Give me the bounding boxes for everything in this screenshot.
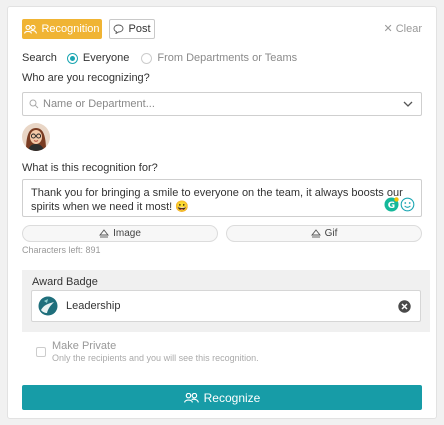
recipient-search-input[interactable]: Name or Department...	[22, 92, 422, 116]
recipient-placeholder: Name or Department...	[43, 98, 155, 110]
emoji-picker-icon[interactable]	[400, 197, 415, 212]
tab-post-label: Post	[128, 23, 151, 35]
people-icon	[24, 24, 38, 34]
close-icon: ✕	[383, 23, 393, 35]
radio-departments[interactable]	[141, 52, 153, 64]
badge-name: Leadership	[66, 300, 121, 312]
search-label: Search	[22, 52, 57, 64]
grammarly-icon[interactable]: G	[384, 197, 399, 212]
svg-text:G: G	[388, 201, 395, 211]
form-header: Recognition Post ✕ Clear	[22, 19, 422, 41]
add-gif-button[interactable]: Gif	[226, 225, 422, 242]
people-icon	[183, 392, 199, 403]
speech-bubble-icon	[114, 24, 124, 34]
make-private-description: Only the recipients and you will see thi…	[52, 353, 259, 363]
tab-recognition-label: Recognition	[41, 23, 100, 35]
gif-label: Gif	[324, 228, 338, 239]
chevron-down-icon	[403, 101, 413, 107]
leadership-badge-icon	[38, 296, 58, 316]
recognize-button[interactable]: Recognize	[22, 385, 422, 410]
editor-tools: G	[384, 197, 415, 212]
reason-text: Thank you for bringing a smile to everyo…	[31, 187, 403, 213]
recognition-form-card: Recognition Post ✕ Clear Search Everyone…	[7, 6, 437, 419]
tab-post[interactable]: Post	[109, 19, 155, 39]
search-icon	[29, 99, 39, 109]
award-badge-field[interactable]: Leadership	[31, 290, 421, 322]
reason-question: What is this recognition for?	[22, 162, 158, 174]
award-badge-title: Award Badge	[32, 276, 98, 288]
tab-recognition[interactable]: Recognition	[22, 19, 102, 39]
radio-departments-label: From Departments or Teams	[157, 52, 298, 64]
image-label: Image	[113, 228, 141, 239]
recipient-question: Who are you recognizing?	[22, 72, 150, 84]
characters-left: Characters left: 891	[22, 245, 101, 255]
reason-textarea[interactable]: Thank you for bringing a smile to everyo…	[22, 179, 422, 217]
upload-icon	[310, 229, 321, 238]
upload-icon	[99, 229, 110, 238]
clear-button[interactable]: ✕ Clear	[383, 22, 422, 36]
award-badge-section: Award Badge Leadership	[22, 270, 430, 332]
add-image-button[interactable]: Image	[22, 225, 218, 242]
make-private-checkbox[interactable]	[36, 347, 46, 357]
make-private-label: Make Private	[52, 340, 117, 352]
recognize-label: Recognize	[203, 390, 261, 405]
remove-badge-icon[interactable]	[398, 300, 411, 313]
clear-label: Clear	[395, 22, 422, 35]
radio-everyone[interactable]	[66, 52, 78, 64]
search-scope: Search Everyone From Departments or Team…	[22, 52, 297, 64]
avatar[interactable]	[22, 123, 50, 151]
radio-everyone-label: Everyone	[82, 52, 130, 64]
